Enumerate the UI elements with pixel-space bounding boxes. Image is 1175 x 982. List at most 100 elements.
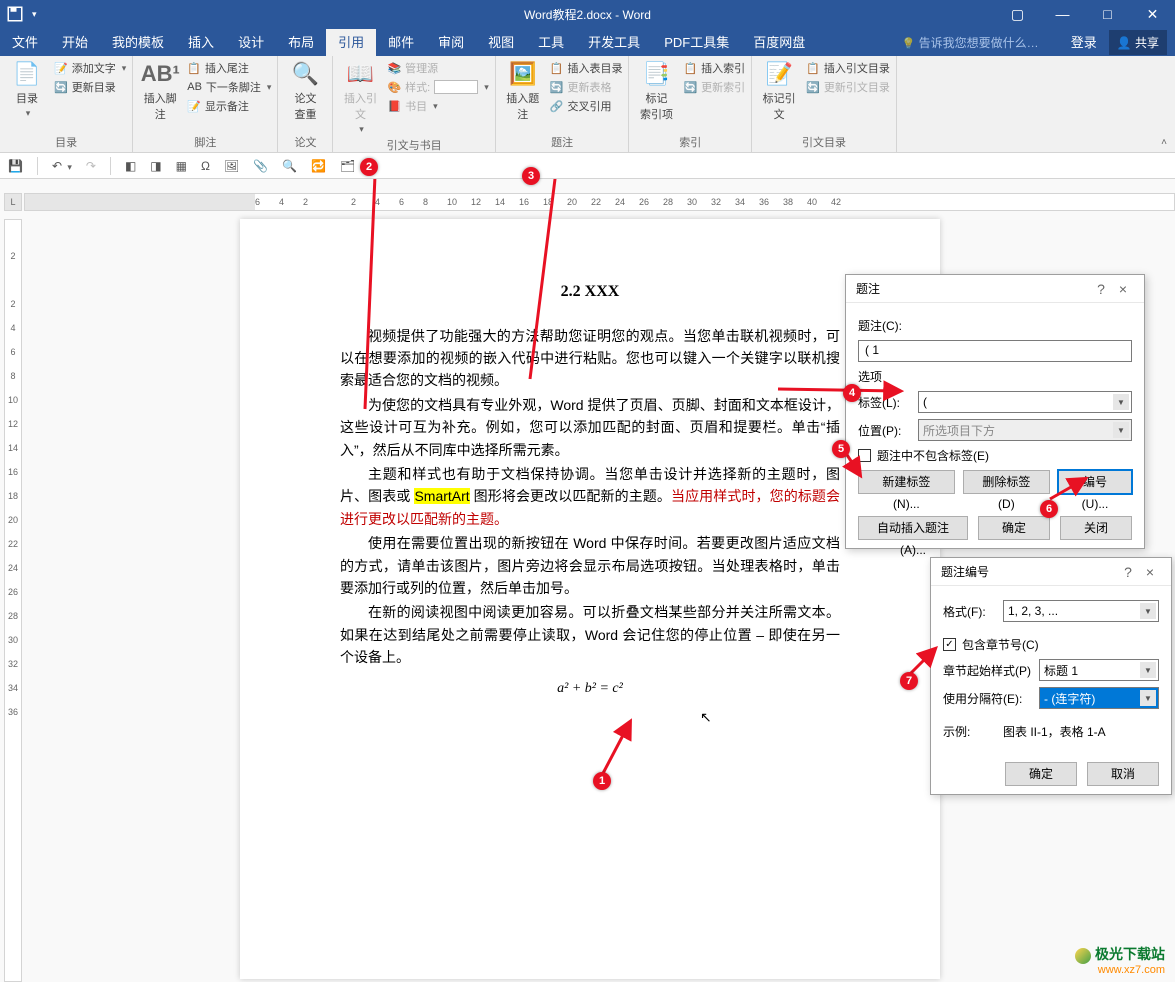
tab-layout[interactable]: 布局 <box>276 29 326 56</box>
caption-input[interactable]: ( 1 <box>858 340 1132 362</box>
cancel-button[interactable]: 取消 <box>1087 762 1159 786</box>
tab-home[interactable]: 开始 <box>50 29 100 56</box>
toc-button[interactable]: 📄 目录 ▾ <box>6 60 48 119</box>
badge-6: 6 <box>1040 500 1058 518</box>
update-index-button[interactable]: 🔄 更新索引 <box>683 79 745 95</box>
position-combo: 所选项目下方▼ <box>918 419 1132 441</box>
ok-button[interactable]: 确定 <box>1005 762 1077 786</box>
tab-tools[interactable]: 工具 <box>526 29 576 56</box>
separator-label: 使用分隔符(E): <box>943 690 1033 707</box>
insert-citation-button[interactable]: 📖 插入引文 ▾ <box>339 60 381 135</box>
insert-toa-button[interactable]: 📋 插入引文目录 <box>806 60 890 76</box>
tab-baidu-pan[interactable]: 百度网盘 <box>741 29 817 56</box>
format-combo[interactable]: 1, 2, 3, ...▼ <box>1003 600 1159 622</box>
mark-citation-button[interactable]: 📝 标记引文 <box>758 60 800 122</box>
quick-access-toolbar: 💾 ↶ ▾ ↷ ◧ ◨ ▦ Ω 🖼 📎 🔍 🔁 🗂 ▾ <box>0 153 1175 179</box>
cross-reference-button[interactable]: 🔗 交叉引用 <box>550 98 623 114</box>
style-dropdown[interactable]: 🎨 样式: ▾ <box>387 79 488 95</box>
vertical-ruler[interactable]: 224681012141618202224262830323436 <box>4 219 22 982</box>
insert-figure-toc-button[interactable]: 📋 插入表目录 <box>550 60 623 76</box>
insert-caption-button[interactable]: 🖼️ 插入题注 <box>502 60 544 122</box>
qat-icon-4[interactable]: Ω <box>201 159 210 173</box>
qat-icon-9[interactable]: 🗂 <box>340 159 355 173</box>
tab-insert[interactable]: 插入 <box>176 29 226 56</box>
mark-index-button[interactable]: 📑 标记 索引项 <box>635 60 677 122</box>
tab-mailings[interactable]: 邮件 <box>376 29 426 56</box>
tab-review[interactable]: 审阅 <box>426 29 476 56</box>
help-icon[interactable]: ? <box>1090 281 1112 297</box>
group-index-label: 索引 <box>635 132 745 150</box>
insert-endnote-button[interactable]: 📋 插入尾注 <box>187 60 271 76</box>
insert-index-button[interactable]: 📋 插入索引 <box>683 60 745 76</box>
mark-citation-label: 标记引文 <box>758 90 800 122</box>
qat-icon-1[interactable]: ◧ <box>125 159 136 173</box>
chevron-down-icon: ▾ <box>26 108 31 119</box>
caption-dialog-titlebar[interactable]: 题注 ? × <box>846 275 1144 303</box>
toc-label: 目录 <box>16 90 38 106</box>
save-icon-qat[interactable]: 💾 <box>8 159 23 173</box>
collapse-ribbon-icon[interactable]: ˄ <box>1161 137 1167 148</box>
caption-dialog-title: 题注 <box>856 280 1090 297</box>
share-button[interactable]: 👤 共享 <box>1109 30 1167 55</box>
bibliography-button[interactable]: 📕 书目 ▾ <box>387 98 488 114</box>
show-notes-button[interactable]: 📝 显示备注 <box>187 98 271 114</box>
document-page[interactable]: 2.2 XXX 视频提供了功能强大的方法帮助您证明您的观点。当您单击联机视频时，… <box>240 219 940 979</box>
qat-icon-5[interactable]: 🖼 <box>224 159 239 173</box>
chapter-style-label: 章节起始样式(P) <box>943 662 1033 679</box>
ok-button[interactable]: 确定 <box>978 516 1050 540</box>
ribbon-display-options[interactable]: ▢ <box>995 0 1040 28</box>
manage-sources-button[interactable]: 📚 管理源 <box>387 60 488 76</box>
options-label: 选项 <box>858 368 882 385</box>
qat-icon-2[interactable]: ◨ <box>150 159 161 173</box>
share-label: 共享 <box>1135 36 1159 50</box>
new-label-button[interactable]: 新建标签(N)... <box>858 470 955 494</box>
include-chapter-checkbox[interactable]: ✓ <box>943 638 956 651</box>
insert-footnote-button[interactable]: AB¹ 插入脚注 <box>139 60 181 122</box>
chevron-down-icon: ▼ <box>1140 690 1156 706</box>
maximize-button[interactable]: □ <box>1085 0 1130 28</box>
add-text-button[interactable]: 📝 添加文字 ▾ <box>54 60 126 76</box>
thesis-check-button[interactable]: 🔍 论文 查重 <box>284 60 326 122</box>
position-field-label: 位置(P): <box>858 422 912 439</box>
badge-2: 2 <box>360 158 378 176</box>
update-table-button[interactable]: 🔄 更新表格 <box>550 79 623 95</box>
exclude-checkbox[interactable] <box>858 449 871 462</box>
login-button[interactable]: 登录 <box>1059 29 1109 56</box>
close-button[interactable]: ✕ <box>1130 0 1175 28</box>
tab-pdf-tools[interactable]: PDF工具集 <box>652 29 741 56</box>
qat-icon-7[interactable]: 🔍 <box>282 159 297 173</box>
save-icon[interactable] <box>6 5 24 23</box>
next-footnote-button[interactable]: AB 下一条脚注 ▾ <box>187 79 271 95</box>
numbering-button[interactable]: 编号(U)... <box>1058 470 1132 494</box>
label-combo[interactable]: (▼ <box>918 391 1132 413</box>
qat-icon-3[interactable]: ▦ <box>176 159 187 173</box>
numbering-dialog-titlebar[interactable]: 题注编号 ? × <box>931 558 1171 586</box>
group-caption-label: 题注 <box>502 132 623 150</box>
update-toa-button[interactable]: 🔄 更新引文目录 <box>806 79 890 95</box>
tab-view[interactable]: 视图 <box>476 29 526 56</box>
tab-developer[interactable]: 开发工具 <box>576 29 652 56</box>
delete-label-button[interactable]: 删除标签(D) <box>963 470 1050 494</box>
tell-me-input[interactable]: 告诉我您想要做什么… <box>902 34 1039 51</box>
close-dialog-button[interactable]: 关闭 <box>1060 516 1132 540</box>
chevron-down-icon: ▼ <box>1113 422 1129 438</box>
horizontal-ruler[interactable]: 6422468101214161820222426283032343638404… <box>24 193 1175 211</box>
minimize-button[interactable]: — <box>1040 0 1085 28</box>
qat-menu-icon[interactable]: ▾ <box>32 9 37 20</box>
redo-button[interactable]: ↷ <box>86 159 96 173</box>
qat-icon-8[interactable]: 🔁 <box>311 159 326 173</box>
tab-file[interactable]: 文件 <box>0 29 50 56</box>
separator-combo[interactable]: - (连字符)▼ <box>1039 687 1159 709</box>
close-icon[interactable]: × <box>1112 281 1134 297</box>
auto-insert-button[interactable]: 自动插入题注(A)... <box>858 516 968 540</box>
tab-design[interactable]: 设计 <box>226 29 276 56</box>
update-toc-button[interactable]: 🔄 更新目录 <box>54 79 126 95</box>
chapter-style-combo[interactable]: 标题 1▼ <box>1039 659 1159 681</box>
undo-button[interactable]: ↶ ▾ <box>52 159 72 173</box>
qat-icon-6[interactable]: 📎 <box>253 159 268 173</box>
next-footnote-label: 下一条脚注 <box>206 79 261 95</box>
tab-my-templates[interactable]: 我的模板 <box>100 29 176 56</box>
tab-references[interactable]: 引用 <box>326 29 376 56</box>
help-icon[interactable]: ? <box>1117 564 1139 580</box>
close-icon[interactable]: × <box>1139 564 1161 580</box>
